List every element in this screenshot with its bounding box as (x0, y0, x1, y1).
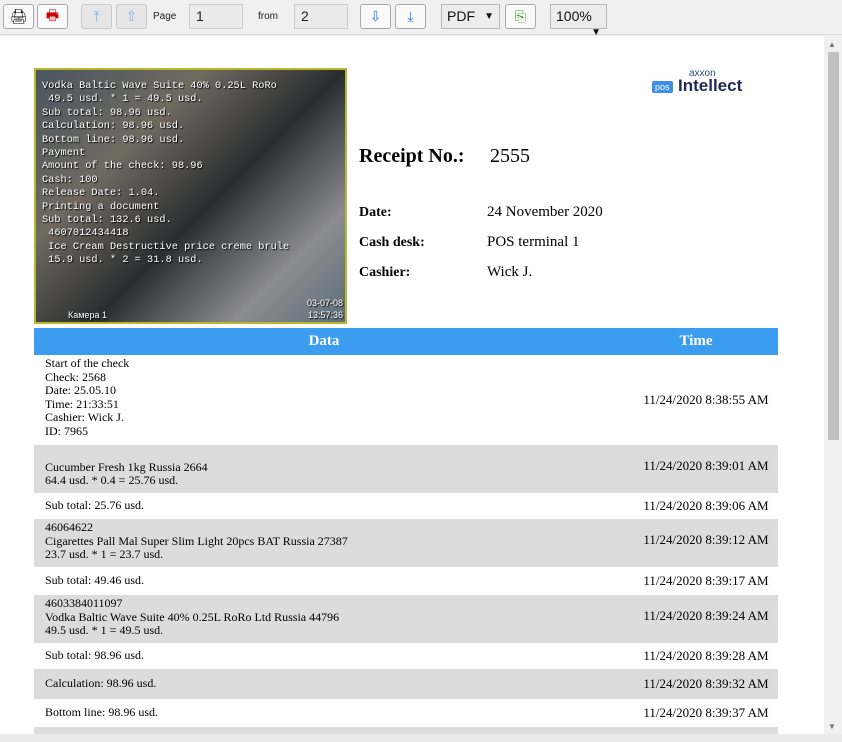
report-page: Vodka Baltic Wave Suite 40% 0.25L RoRo 4… (0, 36, 824, 734)
row-time: 11/24/2020 8:39:28 AM (643, 648, 769, 664)
row-time: 11/24/2020 8:39:06 AM (643, 498, 769, 514)
zoom-value: 100% (556, 8, 592, 24)
scroll-down-icon[interactable]: ▼ (828, 722, 836, 731)
table-header: Data Time (34, 328, 778, 355)
last-page-button[interactable]: ⤓ (395, 4, 426, 29)
table-row: Sub total: 25.76 usd. 11/24/2020 8:39:06 … (34, 493, 778, 519)
table-row: Calculation: 98.96 usd. 11/24/2020 8:39:3… (34, 669, 778, 699)
row-time: 11/24/2020 8:38:55 AM (643, 392, 769, 408)
camera-overlay-text: Vodka Baltic Wave Suite 40% 0.25L RoRo 4… (42, 80, 290, 267)
table-row: Sub total: 98.96 usd. 11/24/2020 8:39:28 … (34, 643, 778, 669)
row-data: 4603384011097 Vodka Baltic Wave Suite 40… (45, 596, 340, 637)
header-time: Time (679, 333, 713, 349)
zoom-select[interactable]: 100% ▼ (550, 4, 607, 38)
row-data: Calculation: 98.96 usd. (45, 676, 157, 691)
row-time: 11/24/2020 8:39:01 AM (643, 458, 769, 473)
table-row: 4603384011097 Vodka Baltic Wave Suite 40… (34, 595, 778, 643)
first-page-button[interactable]: ⤒ (81, 4, 112, 29)
date-label: Date: (359, 205, 392, 220)
row-data: Payment (34, 727, 614, 734)
table-row: Start of the check Check: 2568 Date: 25.… (34, 355, 778, 445)
camera-date: 03-07-08 (306, 298, 343, 308)
row-time: 11/24/2020 8:39:37 AM (643, 705, 769, 721)
scroll-up-icon[interactable]: ▲ (828, 40, 836, 49)
cash-desk-label: Cash desk: (359, 235, 425, 250)
events-table: Data Time Start of the check Check: 2568… (34, 328, 778, 734)
table-row: Bottom line: 98.96 usd. 11/24/2020 8:39:3… (34, 699, 778, 727)
table-row: Sub total: 49.46 usd. 11/24/2020 8:39:17 … (34, 567, 778, 595)
cash-desk-value: POS terminal 1 (487, 234, 580, 250)
table-row: 46064622 Cigarettes Pall Mal Super Slim … (34, 519, 778, 567)
row-data: Bottom line: 98.96 usd. (45, 705, 159, 720)
next-page-button[interactable]: ⇩ (360, 4, 391, 29)
row-data: Cucumber Fresh 1kg Russia 2664 64.4 usd.… (45, 459, 208, 487)
prev-page-button[interactable]: ⇧ (116, 4, 147, 29)
print-to-file-button[interactable]: 🖶 (37, 4, 68, 29)
status-bar (0, 734, 842, 742)
total-pages-field: 2 (294, 4, 348, 29)
camera-snapshot: Vodka Baltic Wave Suite 40% 0.25L RoRo 4… (34, 68, 347, 324)
logo-badge: pos (652, 81, 673, 93)
row-data: Sub total: 98.96 usd. (45, 648, 145, 663)
export-format-value: PDF (447, 8, 475, 24)
page-input[interactable]: 1 (189, 4, 243, 29)
logo-name: Intellect (678, 76, 743, 95)
vertical-scrollbar[interactable]: ▲ ▼ (824, 36, 842, 734)
axxon-pos-intellect-logo: axxon pos Intellect (652, 68, 762, 98)
export-icon: ⎘ (514, 8, 527, 24)
row-data: 46064622 Cigarettes Pall Mal Super Slim … (45, 520, 348, 561)
receipt-number-label: Receipt No.: (359, 145, 465, 167)
printer-red-icon: 🖶 (45, 6, 60, 23)
row-time: 11/24/2020 8:39:17 AM (643, 573, 769, 589)
row-time: 11/24/2020 8:39:32 AM (643, 676, 769, 692)
row-time: 11/24/2020 8:39:12 AM (643, 532, 769, 547)
receipt-number: 2555 (490, 145, 530, 167)
arrow-down-icon: ⇩ (369, 8, 382, 24)
printer-icon: 🖨 (9, 8, 28, 24)
print-button[interactable]: 🖨 (3, 4, 34, 29)
row-data: Sub total: 49.46 usd. (45, 573, 145, 588)
chevron-down-icon: ▼ (484, 11, 494, 22)
table-row: Cucumber Fresh 1kg Russia 2664 64.4 usd.… (34, 445, 778, 493)
export-button[interactable]: ⎘ (505, 4, 536, 29)
scrollbar-thumb[interactable] (828, 52, 839, 440)
export-format-select[interactable]: PDF ▼ (441, 4, 500, 29)
page-label: Page (153, 11, 177, 22)
cashier-value: Wick J. (487, 264, 533, 280)
toolbar: 🖨 🖶 ⤒ ⇧ Page 1 from 2 ⇩ ⤓ PDF ▼ ⎘ 100% ▼ (0, 0, 842, 38)
arrow-up-icon: ⇧ (125, 8, 138, 24)
arrow-last-icon: ⤓ (407, 8, 414, 24)
row-time (614, 727, 778, 734)
cashier-label: Cashier: (359, 265, 411, 280)
row-data: Start of the check Check: 2568 Date: 25.… (45, 356, 130, 438)
header-data: Data (308, 333, 340, 349)
row-data: Sub total: 25.76 usd. (45, 498, 145, 513)
camera-name: Камера 1 (68, 310, 107, 320)
arrow-first-icon: ⤒ (93, 8, 100, 24)
row-time: 11/24/2020 8:39:24 AM (643, 608, 769, 623)
date-value: 24 November 2020 (487, 204, 603, 220)
table-row: Payment (34, 727, 778, 734)
camera-time: 13:57:36 (307, 310, 343, 320)
from-label: from (258, 11, 278, 22)
